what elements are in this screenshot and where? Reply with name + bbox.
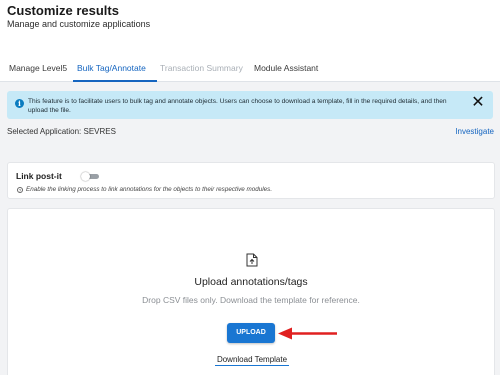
tab-manage-level5[interactable]: Manage Level5 [9,63,67,73]
file-upload-icon [246,253,258,267]
info-icon: i [15,99,24,108]
help-icon: ? [17,187,23,193]
upload-title: Upload annotations/tags [194,276,308,288]
upload-hint: Drop CSV files only. Download the templa… [142,295,360,305]
active-tab-indicator [73,80,157,82]
upload-button[interactable]: UPLOAD [227,323,275,343]
info-alert: i This feature is to facilitate users to… [7,91,493,119]
selected-application: Selected Application: SEVRES [7,127,116,136]
close-icon[interactable]: ✕ [471,95,485,111]
page-header: Customize results Manage and customize a… [0,0,500,82]
tab-bulk-tag-annotate[interactable]: Bulk Tag/Annotate [77,63,146,73]
download-template-link[interactable]: Download Template [215,355,289,366]
link-postit-label: Link post-it [16,171,62,181]
tab-bar: Manage Level5 Bulk Tag/Annotate Transact… [0,58,500,82]
toggle-thumb [81,172,90,181]
alert-message: This feature is to facilitate users to b… [28,98,447,114]
red-arrow-annotation-icon [278,327,337,340]
upload-card: Upload annotations/tags Drop CSV files o… [7,208,495,375]
tab-transaction-summary: Transaction Summary [160,63,243,73]
page-title: Customize results [7,3,119,18]
link-postit-help: Enable the linking process to link annot… [26,186,273,193]
page-subtitle: Manage and customize applications [7,19,151,29]
link-postit-toggle[interactable] [81,172,99,181]
link-postit-card: Link post-it ? Enable the linking proces… [7,162,495,199]
investigate-link[interactable]: Investigate [455,127,494,136]
tab-module-assistant[interactable]: Module Assistant [254,63,318,73]
